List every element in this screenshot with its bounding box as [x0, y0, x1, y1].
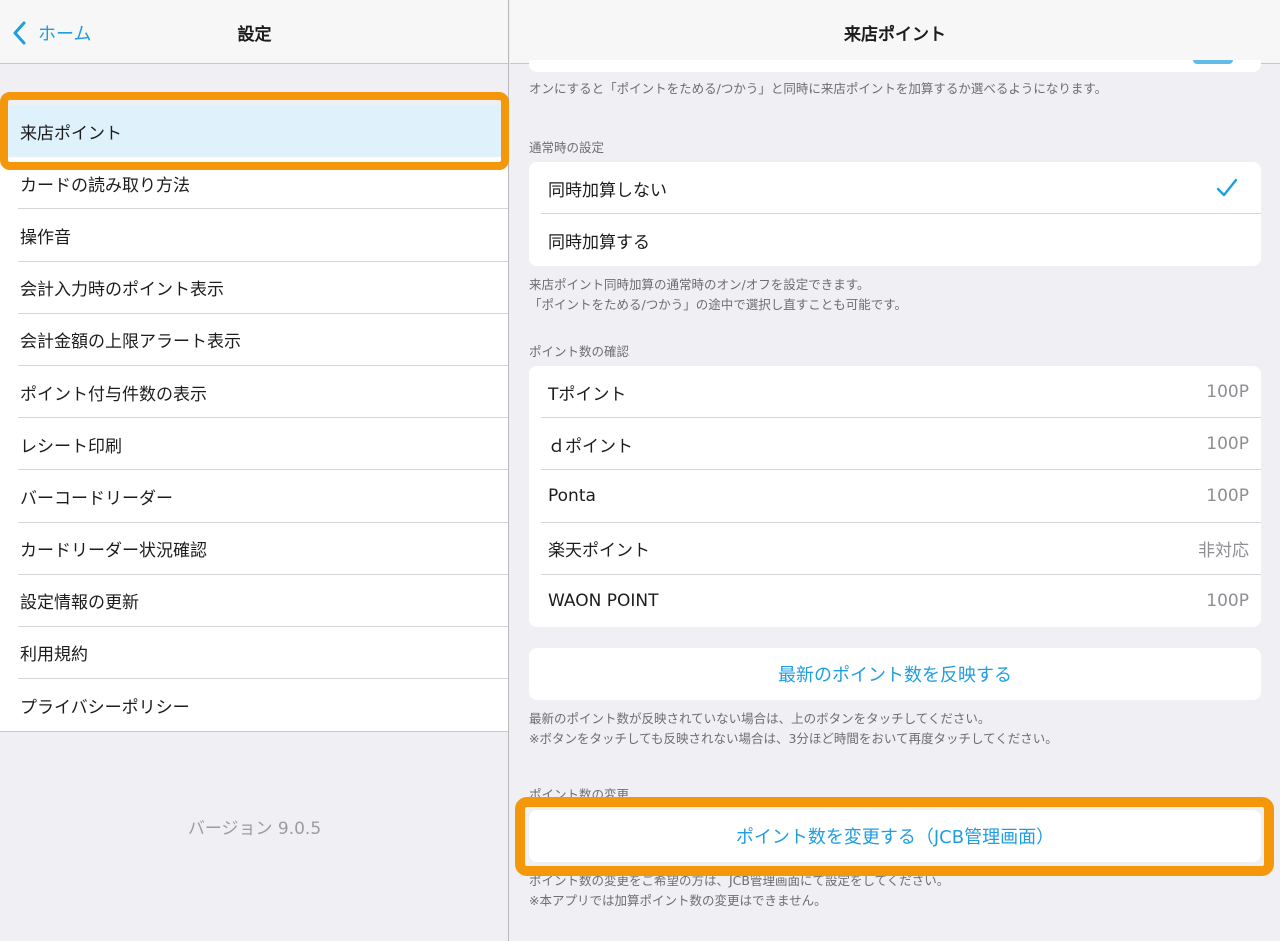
point-label: Ponta — [548, 486, 596, 507]
right-nav-bar: 来店ポイント — [510, 0, 1280, 64]
point-value: 100P — [1206, 382, 1249, 403]
menu-item-card-reader-status[interactable]: カードリーダー状況確認 — [0, 523, 508, 575]
menu-item-label: カードリーダー状況確認 — [20, 541, 207, 562]
page-title: 設定 — [237, 25, 272, 45]
point-value: 100P — [1206, 590, 1249, 611]
option-label: 同時加算しない — [548, 180, 667, 201]
left-nav-bar: ホーム 設定 — [0, 0, 508, 64]
menu-item-label: ポイント付与件数の表示 — [20, 384, 207, 405]
point-row-d: ｄポイント 100P — [529, 418, 1261, 471]
option-label: 同時加算する — [548, 232, 650, 253]
settings-master-pane: ホーム 設定 来店ポイント カードの読み取り方法 操作音 会計入力時のポイント表… — [0, 0, 509, 941]
menu-item-label: バーコードリーダー — [20, 488, 173, 509]
point-value: 100P — [1206, 486, 1249, 507]
checkmark-icon — [1215, 176, 1239, 200]
point-row-ponta: Ponta 100P — [529, 470, 1261, 523]
menu-item-label: 来店ポイント — [20, 123, 122, 144]
menu-item-visit-points[interactable]: 来店ポイント — [0, 105, 508, 158]
menu-item-label: カードの読み取り方法 — [20, 175, 190, 196]
note-line: ※ボタンをタッチしても反映されない場合は、3分ほど時間をおいて再度タッチしてくだ… — [529, 731, 1058, 746]
visit-points-toggle-card[interactable] — [529, 60, 1261, 72]
menu-item-card-reading[interactable]: カードの読み取り方法 — [0, 157, 508, 210]
toggle-switch[interactable] — [1193, 60, 1233, 64]
option-simultaneous[interactable]: 同時加算する — [529, 214, 1261, 266]
point-row-rakuten: 楽天ポイント 非対応 — [529, 523, 1261, 575]
refresh-points-button[interactable]: 最新のポイント数を反映する — [529, 648, 1261, 700]
refresh-note: 最新のポイント数が反映されていない場合は、上のボタンをタッチしてください。 ※ボ… — [529, 709, 1058, 749]
menu-item-privacy[interactable]: プライバシーポリシー — [0, 679, 508, 731]
points-check-header: ポイント数の確認 — [529, 344, 630, 359]
menu-item-sound[interactable]: 操作音 — [0, 209, 508, 262]
toggle-note: オンにすると「ポイントをためる/つかう」と同時に来店ポイントを加算するか選べるよ… — [529, 81, 1108, 96]
menu-item-label: 会計金額の上限アラート表示 — [20, 332, 241, 353]
point-label: 楽天ポイント — [548, 541, 650, 562]
note-line: ※本アプリでは加算ポイント数の変更はできません。 — [529, 893, 827, 908]
menu-item-label: プライバシーポリシー — [20, 697, 190, 718]
menu-item-label: 会計入力時のポイント表示 — [20, 280, 224, 301]
point-row-t: Tポイント 100P — [529, 366, 1261, 419]
normal-settings-note: 来店ポイント同時加算の通常時のオン/オフを設定できます。 「ポイントをためる/つ… — [529, 275, 907, 315]
visit-points-detail-pane: 来店ポイント オンにすると「ポイントをためる/つかう」と同時に来店ポイントを加算… — [510, 0, 1280, 941]
point-label: Tポイント — [548, 384, 627, 405]
menu-item-update-settings[interactable]: 設定情報の更新 — [0, 575, 508, 628]
normal-settings-header: 通常時の設定 — [529, 140, 605, 155]
version-label: バージョン 9.0.5 — [187, 819, 322, 839]
points-list-card: Tポイント 100P ｄポイント 100P Ponta 100P 楽天ポイント … — [529, 366, 1261, 627]
point-row-waon: WAON POINT 100P — [529, 575, 1261, 627]
menu-item-barcode-reader[interactable]: バーコードリーダー — [0, 470, 508, 523]
detail-title: 来店ポイント — [844, 25, 946, 45]
menu-item-receipt-print[interactable]: レシート印刷 — [0, 418, 508, 471]
point-label: WAON POINT — [548, 590, 659, 611]
points-change-header: ポイント数の変更 — [529, 787, 630, 802]
normal-settings-card: 同時加算しない 同時加算する — [529, 162, 1261, 267]
note-line: 来店ポイント同時加算の通常時のオン/オフを設定できます。 — [529, 277, 870, 292]
menu-item-label: レシート印刷 — [20, 436, 122, 457]
menu-item-label: 設定情報の更新 — [20, 593, 139, 614]
menu-item-checkout-point-display[interactable]: 会計入力時のポイント表示 — [0, 262, 508, 314]
note-line: 「ポイントをためる/つかう」の途中で選択し直すことも可能です。 — [529, 297, 907, 312]
point-value: 100P — [1206, 434, 1249, 455]
change-note: ポイント数の変更をご希望の方は、JCB管理画面にて設定をしてください。 ※本アプ… — [529, 871, 949, 911]
menu-item-label: 利用規約 — [20, 645, 88, 666]
settings-menu: 来店ポイント カードの読み取り方法 操作音 会計入力時のポイント表示 会計金額の… — [0, 105, 508, 733]
note-line: ポイント数の変更をご希望の方は、JCB管理画面にて設定をしてください。 — [529, 873, 950, 888]
menu-item-terms[interactable]: 利用規約 — [0, 627, 508, 680]
point-value: 非対応 — [1198, 541, 1249, 562]
menu-item-label: 操作音 — [20, 227, 71, 248]
menu-item-amount-alert[interactable]: 会計金額の上限アラート表示 — [0, 314, 508, 367]
menu-item-grant-count[interactable]: ポイント付与件数の表示 — [0, 366, 508, 419]
note-line: 最新のポイント数が反映されていない場合は、上のボタンをタッチしてください。 — [529, 711, 991, 726]
point-label: ｄポイント — [548, 436, 633, 457]
option-no-simultaneous[interactable]: 同時加算しない — [529, 162, 1261, 215]
change-points-jcb-button[interactable]: ポイント数を変更する（JCB管理画面） — [529, 810, 1261, 862]
